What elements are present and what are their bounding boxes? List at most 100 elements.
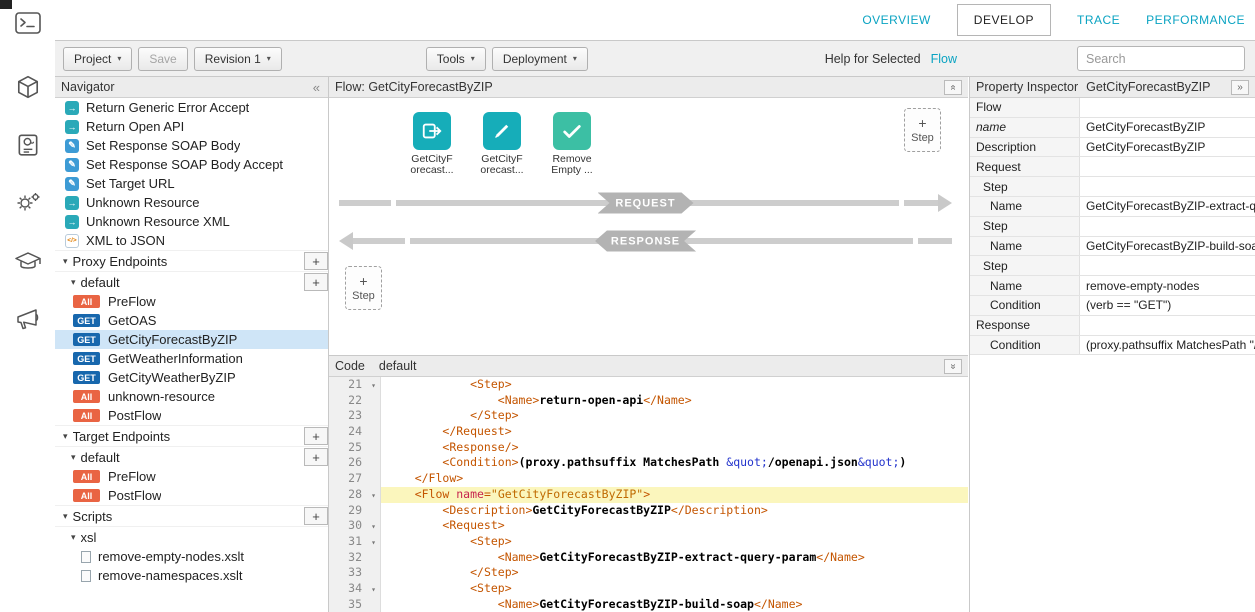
inspector-value xyxy=(1080,217,1255,236)
code-line-text[interactable]: </Step> xyxy=(381,565,968,581)
nav-item-remove-namespaces-xslt[interactable]: remove-namespaces.xslt xyxy=(55,566,328,585)
nav-section-scripts[interactable]: ▾Scripts+ xyxy=(55,505,328,526)
nav-item-unknown-resource[interactable]: Allunknown-resource xyxy=(55,387,328,406)
nav-section-target-endpoints[interactable]: ▾Target Endpoints+ xyxy=(55,425,328,446)
code-line-text[interactable]: <Step> xyxy=(381,534,968,550)
nav-subsection-default[interactable]: ▾default+ xyxy=(55,271,328,292)
nav-item-postflow[interactable]: AllPostFlow xyxy=(55,486,328,505)
nav-item-preflow[interactable]: AllPreFlow xyxy=(55,467,328,486)
add-button[interactable]: + xyxy=(304,273,328,291)
nav-item-set-response-soap-body-accept[interactable]: ✎Set Response SOAP Body Accept xyxy=(55,155,328,174)
code-line-text[interactable]: </Request> xyxy=(381,424,968,440)
flow-step-1[interactable]: GetCityF orecast... xyxy=(405,112,459,176)
fold-icon[interactable]: ▾ xyxy=(371,378,376,394)
code-line-text[interactable]: <Name>return-open-api</Name> xyxy=(381,393,968,409)
nav-item-getweatherinformation[interactable]: GETGetWeatherInformation xyxy=(55,349,328,368)
dev-machine-icon[interactable] xyxy=(0,128,55,162)
response-badge: RESPONSE xyxy=(595,231,696,252)
add-button[interactable]: + xyxy=(304,448,328,466)
add-button[interactable]: + xyxy=(304,507,328,525)
project-button[interactable]: Project ▾ xyxy=(63,47,132,71)
nav-item-getoas[interactable]: GETGetOAS xyxy=(55,311,328,330)
revision-button[interactable]: Revision 1 ▾ xyxy=(194,47,282,71)
search-input[interactable] xyxy=(1077,46,1245,71)
collapse-right-icon[interactable]: » xyxy=(1231,80,1249,95)
inspector-value[interactable]: (verb == "GET") xyxy=(1080,296,1255,315)
nav-item-set-response-soap-body[interactable]: ✎Set Response SOAP Body xyxy=(55,136,328,155)
tab-develop[interactable]: DEVELOP xyxy=(957,4,1051,36)
flow-step-2[interactable]: GetCityF orecast... xyxy=(475,112,529,176)
nav-item-unknown-resource-xml[interactable]: →Unknown Resource XML xyxy=(55,212,328,231)
nav-item-return-open-api[interactable]: →Return Open API xyxy=(55,117,328,136)
inspector-label: Request xyxy=(970,157,1080,176)
nav-subsection-default[interactable]: ▾default+ xyxy=(55,446,328,467)
announcement-icon[interactable] xyxy=(0,302,55,336)
code-line-text[interactable]: <Request> xyxy=(381,518,968,534)
help-flow-link[interactable]: Flow xyxy=(931,52,957,66)
inspector-value[interactable]: GetCityForecastByZIP xyxy=(1080,138,1255,157)
help-for-selected-label: Help for Selected xyxy=(825,52,921,66)
nav-label: PostFlow xyxy=(108,408,161,423)
inspector-label: Name xyxy=(970,237,1080,256)
nav-item-set-target-url[interactable]: ✎Set Target URL xyxy=(55,174,328,193)
nav-item-preflow[interactable]: AllPreFlow xyxy=(55,292,328,311)
chevron-down-icon: ▾ xyxy=(471,54,475,63)
flow-step-label: Remove Empty ... xyxy=(551,154,592,176)
nav-item-postflow[interactable]: All PostFlow xyxy=(55,406,328,425)
deployment-button[interactable]: Deployment ▾ xyxy=(492,47,588,71)
nav-item-getcityweatherbyzip[interactable]: GETGetCityWeatherByZIP xyxy=(55,368,328,387)
collapse-left-icon[interactable]: « xyxy=(313,80,322,95)
add-button[interactable]: + xyxy=(304,427,328,445)
code-line-text[interactable]: <Name>GetCityForecastByZIP-build-soap</N… xyxy=(381,597,968,612)
code-line-text[interactable]: <Condition>(proxy.pathsuffix MatchesPath… xyxy=(381,455,968,471)
add-button[interactable]: + xyxy=(304,252,328,270)
tab-performance[interactable]: PERFORMANCE xyxy=(1146,13,1245,27)
nav-label: Unknown Resource XML xyxy=(86,214,230,229)
code-line-text[interactable]: <Name>GetCityForecastByZIP-extract-query… xyxy=(381,550,968,566)
code-line-text[interactable]: </Flow> xyxy=(381,471,968,487)
inspector-label: Name xyxy=(970,197,1080,216)
code-editor[interactable]: 21▾ <Step>22 <Name>return-open-api</Name… xyxy=(329,377,968,612)
nav-label: GetOAS xyxy=(108,313,156,328)
inspector-value[interactable]: GetCityForecastByZIP-build-soap xyxy=(1080,237,1255,256)
inspector-value[interactable]: (proxy.pathsuffix MatchesPath "/c xyxy=(1080,336,1255,355)
tab-trace[interactable]: TRACE xyxy=(1077,13,1120,27)
inspector-value[interactable]: GetCityForecastByZIP xyxy=(1080,118,1255,137)
inspector-property-name: Nameremove-empty-nodes xyxy=(970,276,1255,296)
admin-gear-icon[interactable] xyxy=(0,186,55,220)
inspector-value[interactable]: GetCityForecastByZIP-extract-qu xyxy=(1080,197,1255,216)
add-step-button-bottom[interactable]: + Step xyxy=(345,266,382,310)
nav-item-getcityforecastbyzip[interactable]: GETGetCityForecastByZIP xyxy=(55,330,328,349)
save-button[interactable]: Save xyxy=(138,47,187,71)
code-line-text[interactable]: <Flow name="GetCityForecastByZIP"> xyxy=(381,487,968,503)
nav-item-remove-empty-nodes-xslt[interactable]: remove-empty-nodes.xslt xyxy=(55,547,328,566)
code-line-text[interactable]: <Description>GetCityForecastByZIP</Descr… xyxy=(381,503,968,519)
code-line-text[interactable]: <Step> xyxy=(381,377,968,393)
terminal-icon[interactable] xyxy=(0,6,55,40)
nav-section-proxy-endpoints[interactable]: ▾Proxy Endpoints+ xyxy=(55,250,328,271)
flow-step-3[interactable]: Remove Empty ... xyxy=(545,112,599,176)
fold-icon[interactable]: ▾ xyxy=(371,582,376,598)
nav-item-xml-to-json[interactable]: </>XML to JSON xyxy=(55,231,328,250)
line-number-gutter: 27 xyxy=(329,471,381,487)
add-step-button-top[interactable]: + Step xyxy=(904,108,941,152)
inspector-label: name xyxy=(970,118,1080,137)
collapse-up-icon[interactable]: « xyxy=(944,80,962,95)
expand-down-icon[interactable]: « xyxy=(944,359,962,374)
code-line-text[interactable]: <Step> xyxy=(381,581,968,597)
code-line-text[interactable]: </Step> xyxy=(381,408,968,424)
inspector-section-step: Step xyxy=(970,217,1255,237)
nav-subsection-xsl[interactable]: ▾xsl xyxy=(55,526,328,547)
tab-overview[interactable]: OVERVIEW xyxy=(862,13,930,27)
fold-icon[interactable]: ▾ xyxy=(371,535,376,551)
api-proxy-icon[interactable] xyxy=(0,70,55,104)
fold-icon[interactable]: ▾ xyxy=(371,488,376,504)
nav-item-unknown-resource[interactable]: →Unknown Resource xyxy=(55,193,328,212)
method-badge: All xyxy=(73,409,100,422)
tools-button[interactable]: Tools ▾ xyxy=(426,47,486,71)
nav-item-return-generic-error-accept[interactable]: →Return Generic Error Accept xyxy=(55,98,328,117)
inspector-value[interactable]: remove-empty-nodes xyxy=(1080,276,1255,295)
learn-icon[interactable] xyxy=(0,244,55,278)
fold-icon[interactable]: ▾ xyxy=(371,519,376,535)
code-line-text[interactable]: <Response/> xyxy=(381,440,968,456)
